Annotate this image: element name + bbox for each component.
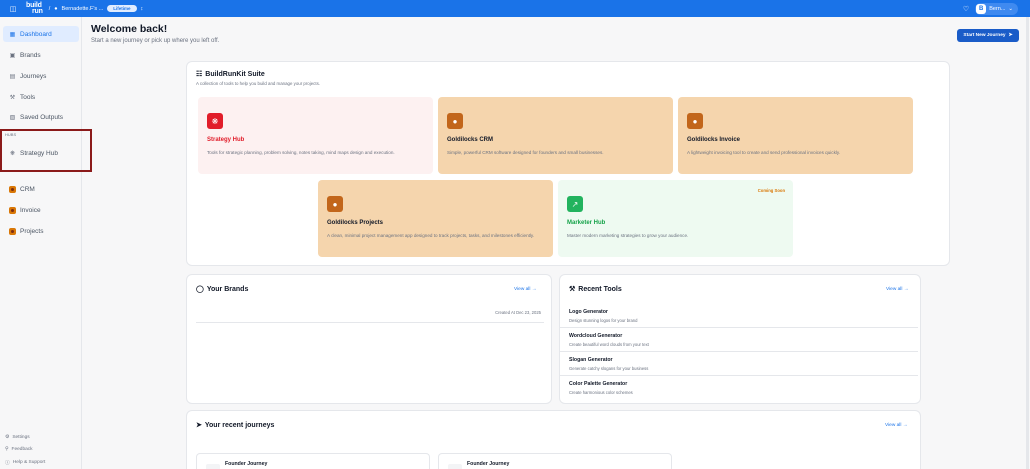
rocket-icon: ➤	[1008, 33, 1013, 38]
brands-title: Your Brands	[206, 285, 249, 293]
goldilocks-invoice-icon: ●	[687, 113, 703, 129]
brands-panel: ◯ Your Brands View all → Created At Dec …	[186, 274, 552, 404]
chevron-down-icon: ⌄	[1008, 6, 1013, 12]
page-subtitle: Start a new journey or pick up where you…	[91, 38, 220, 44]
help-support-link[interactable]: ⓘ Help & Support	[5, 459, 45, 466]
crm-app-icon	[9, 185, 16, 193]
card-marketer-hub[interactable]: Coming Soon ↗ Marketer Hub Master modern…	[558, 180, 793, 257]
projects-app-icon	[9, 227, 16, 235]
suite-panel: ☷ BuildRunKit Suite A collection of tool…	[186, 61, 950, 266]
wrench-icon: ⚒	[9, 94, 16, 101]
sidebar-item-brands[interactable]: ▣ Brands	[3, 47, 79, 63]
goldilocks-projects-icon: ●	[327, 196, 343, 212]
brands-view-all-link[interactable]: View all →	[514, 287, 537, 292]
page-title: Welcome back!	[91, 23, 168, 35]
brand-created-date: Created At Dec 23, 2025	[495, 310, 541, 315]
grid-icon: ▦	[9, 31, 16, 38]
top-bar: ◫ build run / ● Bernadette.F's ... Lifet…	[0, 0, 1030, 17]
tool-row-logo-generator[interactable]: Logo Generator Design stunning logos for…	[560, 304, 918, 328]
tool-row-color-palette-generator[interactable]: Color Palette Generator Create harmoniou…	[560, 376, 918, 400]
suite-icon: ☷	[196, 71, 203, 78]
avatar: B	[976, 4, 987, 14]
user-menu[interactable]: B Bern... ⌄	[975, 3, 1018, 15]
coming-soon-badge: Coming Soon	[757, 188, 785, 193]
sidebar-toggle-icon[interactable]: ◫	[8, 5, 18, 13]
logo-text-line2: run	[32, 7, 43, 15]
rocket-icon: ➤	[196, 422, 202, 429]
settings-link[interactable]: ⚙ Settings	[5, 435, 30, 440]
sidebar-item-dashboard[interactable]: ▦ Dashboard	[3, 26, 79, 42]
highlight-outline	[0, 129, 92, 172]
card-goldilocks-crm[interactable]: ● Goldilocks CRM Simple, powerful CRM so…	[438, 97, 673, 174]
user-name: Bern...	[989, 6, 1006, 12]
wrench-icon: ⚒	[569, 286, 576, 293]
help-icon: ⓘ	[5, 461, 10, 466]
sidebar-item-tools[interactable]: ⚒ Tools	[3, 89, 79, 105]
sidebar-item-projects[interactable]: Projects	[3, 223, 79, 239]
sidebar-item-journeys[interactable]: ▤ Journeys	[3, 68, 79, 84]
plan-badge: Lifetime	[107, 5, 137, 12]
card-strategy-hub[interactable]: ❋ Strategy Hub Tools for strategic plann…	[198, 97, 433, 174]
sidebar: ▦ Dashboard ▣ Brands ▤ Journeys ⚒ Tools …	[0, 17, 92, 469]
bell-icon[interactable]: ♡	[963, 5, 969, 13]
journey-card[interactable]: Founder Journey	[438, 453, 672, 469]
recent-tools-view-all-link[interactable]: View all →	[886, 287, 909, 292]
journey-thumbnail	[448, 464, 462, 469]
recent-journeys-panel: ➤ Your recent journeys View all → Founde…	[186, 410, 921, 469]
box-icon: ▣	[9, 52, 16, 59]
workspace-switcher[interactable]: / ● Bernadette.F's ... Lifetime ↕	[48, 5, 144, 12]
check-circle-icon: ◯	[196, 286, 204, 293]
gear-icon: ⚙	[5, 435, 10, 440]
sidebar-item-crm[interactable]: CRM	[3, 181, 79, 197]
sidebar-item-saved-outputs[interactable]: ▧ Saved Outputs	[3, 109, 79, 125]
workspace-name: Bernadette.F's ...	[61, 5, 104, 12]
strategy-hub-icon: ❋	[207, 113, 223, 129]
card-goldilocks-projects[interactable]: ● Goldilocks Projects A clean, minimal p…	[318, 180, 553, 257]
journeys-title: Your recent journeys	[204, 421, 275, 429]
tool-row-slogan-generator[interactable]: Slogan Generator Generate catchy slogans…	[560, 352, 918, 376]
workspace-icon: ●	[54, 5, 58, 12]
chat-icon: ⚲	[5, 447, 9, 452]
feedback-link[interactable]: ⚲ Feedback	[5, 447, 33, 452]
sidebar-item-invoice[interactable]: Invoice	[3, 202, 79, 218]
invoice-app-icon	[9, 206, 16, 214]
recent-tools-title: Recent Tools	[578, 285, 622, 293]
app-logo[interactable]: build run	[26, 2, 43, 15]
journey-thumbnail	[206, 464, 220, 469]
chevron-updown-icon: ↕	[140, 5, 144, 12]
journey-card[interactable]: Founder Journey	[196, 453, 430, 469]
page-scrollbar[interactable]	[1026, 17, 1029, 469]
start-new-journey-button[interactable]: Start New Journey ➤	[957, 29, 1019, 42]
suite-title: BuildRunKit Suite	[205, 70, 265, 78]
map-icon: ▤	[9, 73, 16, 80]
tool-row-wordcloud-generator[interactable]: Wordcloud Generator Create beautiful wor…	[560, 328, 918, 352]
journeys-view-all-link[interactable]: View all →	[885, 423, 908, 428]
card-goldilocks-invoice[interactable]: ● Goldilocks Invoice A lightweight invoi…	[678, 97, 913, 174]
goldilocks-crm-icon: ●	[447, 113, 463, 129]
suite-subtitle: A collection of tools to help you build …	[196, 81, 320, 86]
recent-tools-panel: ⚒ Recent Tools View all → Logo Generator…	[559, 274, 921, 404]
trend-up-icon: ↗	[567, 196, 583, 212]
slash-divider: /	[48, 5, 51, 12]
divider	[196, 322, 544, 323]
bookmark-icon: ▧	[9, 114, 16, 121]
